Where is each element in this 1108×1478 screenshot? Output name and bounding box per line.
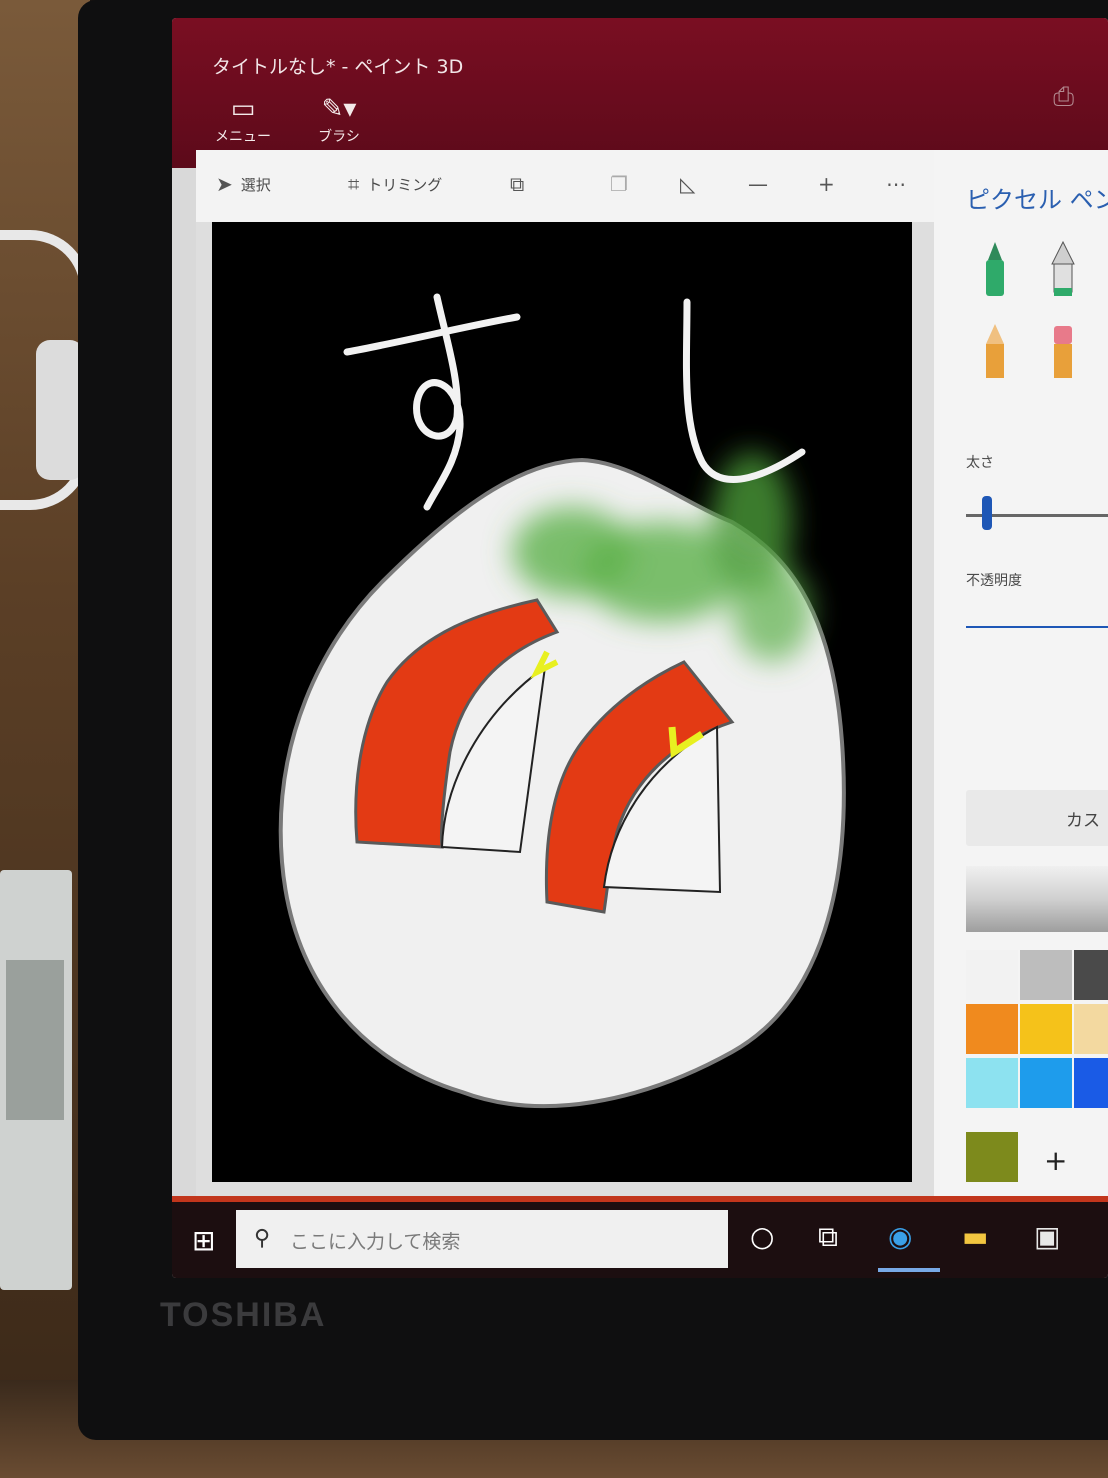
pencil-icon[interactable] — [978, 322, 1012, 382]
minus-icon: — — [748, 172, 768, 196]
color-swatch[interactable] — [1074, 1004, 1108, 1054]
sushi-drawing: すし — [212, 220, 846, 1109]
paste-icon: ❐ — [610, 172, 628, 196]
custom-color-button[interactable]: カス — [966, 790, 1108, 846]
share-icon[interactable]: ⎙ — [1053, 82, 1074, 113]
more-button[interactable]: ⋯ — [886, 172, 906, 196]
magic-select-tool[interactable]: ⧉ — [510, 172, 524, 196]
color-swatch[interactable] — [1020, 950, 1072, 1000]
brush-icon: ✎▾ — [321, 94, 357, 124]
taskbar-search-box[interactable]: ⚲ ここに入力して検索 — [236, 1210, 728, 1268]
select-tool-label: 選択 — [240, 175, 271, 194]
color-swatch[interactable] — [966, 950, 1018, 1000]
pointer-icon: ➤ — [216, 172, 233, 196]
color-swatch[interactable] — [1074, 1058, 1108, 1108]
folder-icon: ▭ — [230, 94, 256, 124]
add-color-button[interactable]: + — [1044, 1144, 1067, 1177]
crop-tool-label: トリミング — [367, 175, 443, 194]
sticker-tool[interactable]: ◺ — [680, 172, 695, 196]
search-icon: ⚲ — [254, 1226, 271, 1251]
eraser-icon[interactable] — [1046, 322, 1080, 382]
edge-browser-icon[interactable]: ◉ — [888, 1220, 912, 1253]
color-swatch[interactable] — [1020, 1058, 1072, 1108]
marker-icon[interactable] — [978, 240, 1012, 300]
title-bar: タイトルなし* - ペイント 3D ▭ メニュー ✎▾ ブラシ ⎙ — [172, 18, 1108, 168]
color-swatch[interactable] — [1020, 1004, 1072, 1054]
magic-select-icon: ⧉ — [510, 172, 525, 196]
toolbar: ➤ 選択 ⌗ トリミング ⧉ ❐ ◺ — + ⋯ — [196, 150, 934, 222]
canvas-caption: すし — [212, 222, 214, 223]
active-app-indicator — [878, 1268, 940, 1272]
file-explorer-icon[interactable]: ▬ — [962, 1220, 988, 1253]
cortana-icon[interactable]: ○ — [750, 1220, 774, 1253]
crop-icon: ⌗ — [348, 172, 360, 196]
workspace: すし — [196, 220, 943, 1202]
power-plug — [36, 340, 84, 480]
color-swatch[interactable] — [966, 1058, 1018, 1108]
panel-title: ピクセル ペン — [966, 186, 1108, 214]
color-swatch[interactable] — [1074, 950, 1108, 1000]
drawing-canvas[interactable]: すし — [212, 220, 912, 1182]
color-swatch[interactable] — [966, 1132, 1018, 1182]
zoom-in-button[interactable]: + — [818, 172, 835, 196]
brush-button-label: ブラシ — [318, 129, 360, 145]
window-title: タイトルなし* - ペイント 3D — [212, 56, 464, 78]
more-icon: ⋯ — [886, 172, 906, 196]
side-device-screen — [6, 960, 64, 1120]
thickness-slider-thumb[interactable] — [982, 496, 992, 530]
task-view-icon[interactable]: ⧉ — [818, 1220, 838, 1254]
windows-start-icon[interactable]: ⊞ — [192, 1224, 215, 1257]
search-placeholder: ここに入力して検索 — [290, 1231, 461, 1253]
calligraphy-pen-icon[interactable] — [1046, 240, 1080, 300]
taskbar: ⊞ ⚲ ここに入力して検索 ○ ⧉ ◉ ▬ ▣ — [172, 1202, 1108, 1278]
color-swatch[interactable] — [966, 1004, 1018, 1054]
plus-icon: + — [818, 172, 835, 196]
custom-color-label: カス — [1066, 811, 1100, 831]
select-tool[interactable]: ➤ 選択 — [216, 172, 271, 196]
side-device — [0, 870, 72, 1290]
paste-tool[interactable]: ❐ — [610, 172, 628, 196]
sticker-icon: ◺ — [680, 172, 696, 196]
brush-panel: ピクセル ペン 太さ 不透明度 カス + — [934, 150, 1108, 1202]
crop-tool[interactable]: ⌗ トリミング — [348, 172, 442, 196]
opacity-slider[interactable] — [966, 626, 1108, 628]
zoom-out-button[interactable]: — — [748, 172, 768, 196]
store-icon[interactable]: ▣ — [1034, 1220, 1060, 1253]
thickness-label: 太さ — [966, 455, 994, 471]
color-gradient-preview — [966, 866, 1108, 932]
laptop-brand: TOSHIBA — [160, 1296, 327, 1334]
opacity-label: 不透明度 — [966, 573, 1022, 589]
menu-button-label: メニュー — [215, 129, 271, 145]
laptop-screen: タイトルなし* - ペイント 3D ▭ メニュー ✎▾ ブラシ ⎙ ➤ 選択 ⌗… — [172, 18, 1108, 1278]
